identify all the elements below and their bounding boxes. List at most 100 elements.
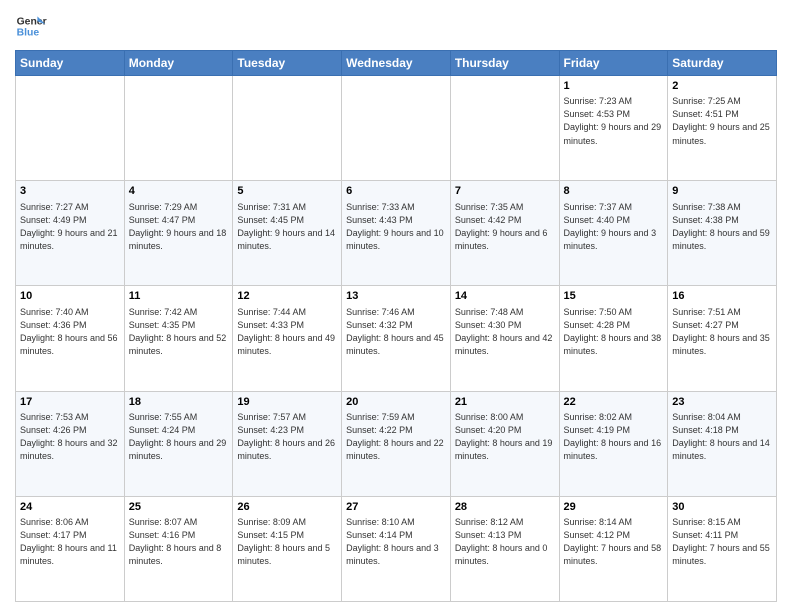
calendar-cell: 22Sunrise: 8:02 AM Sunset: 4:19 PM Dayli… [559, 391, 668, 496]
day-number: 27 [346, 500, 446, 515]
day-info: Sunrise: 7:51 AM Sunset: 4:27 PM Dayligh… [672, 306, 772, 358]
calendar-cell: 6 Sunrise: 7:33 AM Sunset: 4:43 PM Daylig… [342, 181, 451, 286]
day-number: 16 [672, 289, 772, 304]
day-info: Sunrise: 7:50 AM Sunset: 4:28 PM Dayligh… [564, 306, 664, 358]
day-header-friday: Friday [559, 51, 668, 76]
calendar-cell: 13 Sunrise: 7:46 AM Sunset: 4:32 PM Dayli… [342, 286, 451, 391]
day-header-wednesday: Wednesday [342, 51, 451, 76]
calendar-cell: 29Sunrise: 8:14 AM Sunset: 4:12 PM Dayli… [559, 496, 668, 601]
calendar-cell: 26Sunrise: 8:09 AM Sunset: 4:15 PM Dayli… [233, 496, 342, 601]
day-info: Sunrise: 7:33 AM Sunset: 4:43 PM Dayligh… [346, 201, 446, 253]
day-header-thursday: Thursday [450, 51, 559, 76]
day-number: 1 [564, 79, 664, 94]
day-info: Sunrise: 7:29 AM Sunset: 4:47 PM Dayligh… [129, 201, 229, 253]
day-number: 22 [564, 395, 664, 410]
calendar-cell: 8 Sunrise: 7:37 AM Sunset: 4:40 PM Daylig… [559, 181, 668, 286]
day-info: Sunrise: 8:12 AM Sunset: 4:13 PM Dayligh… [455, 516, 555, 568]
calendar-cell: 24Sunrise: 8:06 AM Sunset: 4:17 PM Dayli… [16, 496, 125, 601]
day-info: Sunrise: 7:27 AM Sunset: 4:49 PM Dayligh… [20, 201, 120, 253]
calendar-cell [124, 76, 233, 181]
day-info: Sunrise: 7:46 AM Sunset: 4:32 PM Dayligh… [346, 306, 446, 358]
day-number: 15 [564, 289, 664, 304]
day-number: 26 [237, 500, 337, 515]
calendar-cell: 25Sunrise: 8:07 AM Sunset: 4:16 PM Dayli… [124, 496, 233, 601]
calendar-cell: 2Sunrise: 7:25 AM Sunset: 4:51 PM Daylig… [668, 76, 777, 181]
calendar-cell: 18Sunrise: 7:55 AM Sunset: 4:24 PM Dayli… [124, 391, 233, 496]
day-info: Sunrise: 7:40 AM Sunset: 4:36 PM Dayligh… [20, 306, 120, 358]
day-info: Sunrise: 8:02 AM Sunset: 4:19 PM Dayligh… [564, 411, 664, 463]
day-info: Sunrise: 7:57 AM Sunset: 4:23 PM Dayligh… [237, 411, 337, 463]
svg-text:Blue: Blue [17, 28, 40, 39]
day-number: 29 [564, 500, 664, 515]
calendar-cell: 14Sunrise: 7:48 AM Sunset: 4:30 PM Dayli… [450, 286, 559, 391]
day-info: Sunrise: 7:37 AM Sunset: 4:40 PM Dayligh… [564, 201, 664, 253]
calendar-week-4: 17Sunrise: 7:53 AM Sunset: 4:26 PM Dayli… [16, 391, 777, 496]
day-number: 28 [455, 500, 555, 515]
day-info: Sunrise: 8:00 AM Sunset: 4:20 PM Dayligh… [455, 411, 555, 463]
day-number: 17 [20, 395, 120, 410]
day-number: 10 [20, 289, 120, 304]
page-header: General Blue [15, 10, 777, 42]
calendar-cell: 21Sunrise: 8:00 AM Sunset: 4:20 PM Dayli… [450, 391, 559, 496]
calendar-cell: 23Sunrise: 8:04 AM Sunset: 4:18 PM Dayli… [668, 391, 777, 496]
day-number: 5 [237, 184, 337, 199]
day-number: 30 [672, 500, 772, 515]
calendar-header-row: SundayMondayTuesdayWednesdayThursdayFrid… [16, 51, 777, 76]
calendar-cell: 16 Sunrise: 7:51 AM Sunset: 4:27 PM Dayli… [668, 286, 777, 391]
day-info: Sunrise: 7:55 AM Sunset: 4:24 PM Dayligh… [129, 411, 229, 463]
day-number: 25 [129, 500, 229, 515]
day-number: 3 [20, 184, 120, 199]
logo-icon: General Blue [15, 10, 47, 42]
day-info: Sunrise: 8:15 AM Sunset: 4:11 PM Dayligh… [672, 516, 772, 568]
calendar-cell [342, 76, 451, 181]
day-info: Sunrise: 8:04 AM Sunset: 4:18 PM Dayligh… [672, 411, 772, 463]
calendar-table: SundayMondayTuesdayWednesdayThursdayFrid… [15, 50, 777, 602]
day-number: 12 [237, 289, 337, 304]
calendar-cell: 30Sunrise: 8:15 AM Sunset: 4:11 PM Dayli… [668, 496, 777, 601]
day-number: 6 [346, 184, 446, 199]
calendar-cell: 3 Sunrise: 7:27 AM Sunset: 4:49 PM Daylig… [16, 181, 125, 286]
calendar-cell [233, 76, 342, 181]
day-number: 9 [672, 184, 772, 199]
day-header-sunday: Sunday [16, 51, 125, 76]
day-number: 14 [455, 289, 555, 304]
day-header-monday: Monday [124, 51, 233, 76]
day-info: Sunrise: 7:25 AM Sunset: 4:51 PM Dayligh… [672, 95, 772, 147]
day-info: Sunrise: 8:14 AM Sunset: 4:12 PM Dayligh… [564, 516, 664, 568]
day-number: 20 [346, 395, 446, 410]
calendar-cell: 7 Sunrise: 7:35 AM Sunset: 4:42 PM Daylig… [450, 181, 559, 286]
day-number: 18 [129, 395, 229, 410]
day-number: 8 [564, 184, 664, 199]
calendar-week-2: 3 Sunrise: 7:27 AM Sunset: 4:49 PM Daylig… [16, 181, 777, 286]
calendar-cell: 10 Sunrise: 7:40 AM Sunset: 4:36 PM Dayli… [16, 286, 125, 391]
day-number: 4 [129, 184, 229, 199]
calendar-cell: 17Sunrise: 7:53 AM Sunset: 4:26 PM Dayli… [16, 391, 125, 496]
calendar-cell: 11 Sunrise: 7:42 AM Sunset: 4:35 PM Dayli… [124, 286, 233, 391]
day-info: Sunrise: 7:44 AM Sunset: 4:33 PM Dayligh… [237, 306, 337, 358]
calendar-week-3: 10 Sunrise: 7:40 AM Sunset: 4:36 PM Dayli… [16, 286, 777, 391]
day-info: Sunrise: 7:38 AM Sunset: 4:38 PM Dayligh… [672, 201, 772, 253]
day-number: 7 [455, 184, 555, 199]
day-info: Sunrise: 7:31 AM Sunset: 4:45 PM Dayligh… [237, 201, 337, 253]
day-header-tuesday: Tuesday [233, 51, 342, 76]
calendar-week-5: 24Sunrise: 8:06 AM Sunset: 4:17 PM Dayli… [16, 496, 777, 601]
day-info: Sunrise: 8:09 AM Sunset: 4:15 PM Dayligh… [237, 516, 337, 568]
calendar-cell: 27Sunrise: 8:10 AM Sunset: 4:14 PM Dayli… [342, 496, 451, 601]
day-number: 13 [346, 289, 446, 304]
day-info: Sunrise: 7:42 AM Sunset: 4:35 PM Dayligh… [129, 306, 229, 358]
calendar-cell: 15 Sunrise: 7:50 AM Sunset: 4:28 PM Dayli… [559, 286, 668, 391]
day-info: Sunrise: 8:10 AM Sunset: 4:14 PM Dayligh… [346, 516, 446, 568]
calendar-cell: 1Sunrise: 7:23 AM Sunset: 4:53 PM Daylig… [559, 76, 668, 181]
calendar-cell [450, 76, 559, 181]
calendar-cell: 5 Sunrise: 7:31 AM Sunset: 4:45 PM Daylig… [233, 181, 342, 286]
day-info: Sunrise: 8:07 AM Sunset: 4:16 PM Dayligh… [129, 516, 229, 568]
day-header-saturday: Saturday [668, 51, 777, 76]
day-info: Sunrise: 7:59 AM Sunset: 4:22 PM Dayligh… [346, 411, 446, 463]
calendar-cell: 28Sunrise: 8:12 AM Sunset: 4:13 PM Dayli… [450, 496, 559, 601]
day-number: 24 [20, 500, 120, 515]
calendar-week-1: 1Sunrise: 7:23 AM Sunset: 4:53 PM Daylig… [16, 76, 777, 181]
day-number: 21 [455, 395, 555, 410]
day-number: 11 [129, 289, 229, 304]
calendar-cell [16, 76, 125, 181]
day-info: Sunrise: 7:35 AM Sunset: 4:42 PM Dayligh… [455, 201, 555, 253]
